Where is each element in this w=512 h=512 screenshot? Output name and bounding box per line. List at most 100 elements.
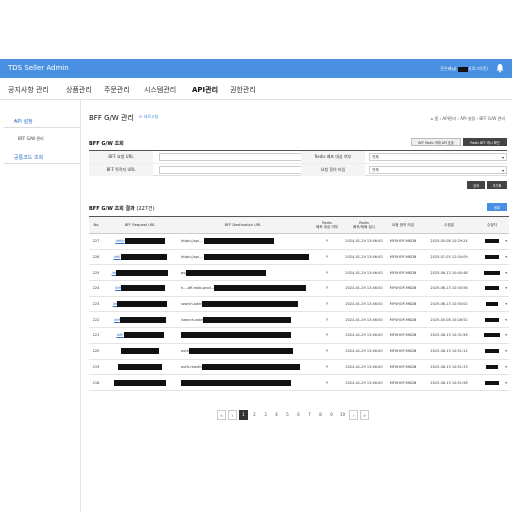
cell-request-url[interactable]: /bff/p bbox=[103, 234, 177, 249]
cell-redis-deploy: 2024-01-29 13:46:00 bbox=[345, 349, 383, 354]
collapse-icon[interactable]: – bbox=[14, 118, 78, 124]
cell-request-url[interactable]: /bff bbox=[103, 281, 177, 296]
dest-url-input[interactable] bbox=[159, 166, 309, 174]
table-row[interactable]: 227/bff/p https://api-... Y 2024-01-29 13:4… bbox=[89, 234, 509, 250]
cell-modifier: ▾ bbox=[475, 250, 509, 265]
sidebar-group-common-code[interactable]: 공통코드 조회 bbox=[4, 150, 80, 164]
next-page-button[interactable]: › bbox=[349, 410, 358, 420]
cell-request-url[interactable]: /bf bbox=[103, 297, 177, 312]
request-url-link[interactable]: /bff/p bbox=[115, 239, 124, 243]
app-brand[interactable]: TDS Seller Admin bbox=[8, 64, 69, 72]
chevron-down-icon[interactable]: ▾ bbox=[505, 365, 507, 369]
page-number-3[interactable]: 3 bbox=[261, 410, 270, 420]
cell-request-url[interactable] bbox=[103, 360, 177, 375]
cell-modified: 2025-05-08 10:28:52 bbox=[430, 317, 468, 322]
cell-req-type: MYSHOP-MKDB bbox=[389, 255, 417, 260]
redis-view-button[interactable]: Redis BFF 캐시 확인 bbox=[463, 138, 507, 146]
cell-request-url[interactable]: /bf bbox=[103, 265, 177, 280]
chevron-down-icon[interactable]: ▾ bbox=[505, 349, 507, 353]
chevron-down-icon[interactable]: ▾ bbox=[505, 271, 507, 275]
cell-request-url[interactable] bbox=[103, 375, 177, 390]
refresh-label: 새로고침 bbox=[143, 114, 159, 119]
chevron-down-icon[interactable]: ▾ bbox=[505, 286, 507, 290]
cell-modifier: ▾ bbox=[475, 297, 509, 312]
register-button[interactable]: 등록 bbox=[487, 203, 507, 211]
page-number-7[interactable]: 7 bbox=[305, 410, 314, 420]
table-row[interactable]: 221/bff/Y 2024-01-29 13:46:00 MYSHOP-MKDB 2… bbox=[89, 328, 509, 344]
reset-button[interactable]: 초기화 bbox=[487, 181, 507, 189]
cell-redis-deploy: 2024-01-29 13:46:00 bbox=[345, 364, 383, 369]
table-row[interactable]: 226/bff/https://api-... Y 2024-01-29 13:46… bbox=[89, 250, 509, 266]
page-number-1[interactable]: 1 bbox=[239, 410, 248, 420]
table-row[interactable]: 225/bf ps/Y 2024-01-29 13:46:00 MYSHOP-MKDB… bbox=[89, 265, 509, 282]
cell-modified: 2025-06-13 10:40:48 bbox=[430, 270, 468, 275]
cell-no: 224 bbox=[92, 286, 100, 291]
nav-order[interactable]: 주문관리 bbox=[104, 85, 130, 95]
user-info[interactable]: 윤은혜님( )(로그아웃) bbox=[440, 66, 488, 72]
page-number-5[interactable]: 5 bbox=[283, 410, 292, 420]
first-page-button[interactable]: « bbox=[217, 410, 226, 420]
col-redis-deploy: Redis 배포/재배 일시 bbox=[352, 220, 376, 229]
redacted-dest bbox=[214, 285, 307, 292]
table-row[interactable]: 223/bf search-addr Y 2024-01-29 13:46:00 MYS… bbox=[89, 297, 509, 313]
nav-auth[interactable]: 권한관리 bbox=[230, 85, 256, 95]
last-page-button[interactable]: » bbox=[360, 410, 369, 420]
table-row[interactable]: 220 auth Y 2024-01-29 13:46:00 MYSHOP-MKDB 20… bbox=[89, 344, 509, 360]
cell-request-url[interactable]: /bff/ bbox=[103, 250, 177, 265]
col-modifier: 수정자 bbox=[487, 222, 497, 227]
dest-url-text: auth bbox=[181, 349, 189, 354]
page-number-2[interactable]: 2 bbox=[250, 410, 259, 420]
cell-dest-url: https://api-... bbox=[177, 250, 309, 265]
cell-redis-target: Y bbox=[325, 317, 329, 322]
table-row[interactable]: 224/bff h...-bff-mbb-prod... Y 2024-01-29 1… bbox=[89, 281, 509, 297]
chevron-down-icon[interactable]: ▾ bbox=[505, 318, 507, 322]
nav-system[interactable]: 시스템관리 bbox=[144, 85, 176, 95]
redis-deploy-button[interactable]: BFF Redis 적재 API 호출 bbox=[411, 138, 461, 146]
table-row[interactable]: 222/bff/search-addr Y 2024-01-29 13:46:00 M… bbox=[89, 312, 509, 329]
page-number-9[interactable]: 9 bbox=[327, 410, 336, 420]
page-number-10[interactable]: 10 bbox=[338, 410, 347, 420]
bell-icon[interactable] bbox=[495, 63, 505, 73]
cell-dest-url: https://api-... bbox=[177, 234, 309, 249]
nav-notice[interactable]: 공지사항 관리 bbox=[8, 85, 49, 95]
search-button[interactable]: 검색 bbox=[467, 181, 485, 189]
chevron-down-icon[interactable]: ▾ bbox=[505, 381, 507, 385]
cell-modifier: ▾ bbox=[475, 281, 509, 296]
page-number-8[interactable]: 8 bbox=[316, 410, 325, 420]
nav-api[interactable]: API관리 bbox=[192, 85, 218, 95]
cell-no: 219 bbox=[92, 364, 100, 369]
table-row[interactable]: 219 auth-reauth Y 2024-01-29 13:46:00 MYSHOP… bbox=[89, 360, 509, 376]
chevron-down-icon[interactable]: ▾ bbox=[505, 302, 507, 306]
prev-page-button[interactable]: ‹ bbox=[228, 410, 237, 420]
cell-modifier: ▾ bbox=[475, 234, 509, 249]
page-number-4[interactable]: 4 bbox=[272, 410, 281, 420]
request-url-link[interactable]: /bff/ bbox=[114, 255, 121, 259]
redacted-dest bbox=[186, 269, 267, 276]
sidebar-group-api-settings[interactable]: API 설정 – bbox=[4, 114, 80, 128]
cell-request-url[interactable] bbox=[103, 344, 177, 359]
page-number-6[interactable]: 6 bbox=[294, 410, 303, 420]
cell-request-url[interactable]: /bff/ bbox=[103, 328, 177, 343]
label-dest-url: BFF 목적지 URL bbox=[89, 164, 153, 176]
redacted-dest bbox=[188, 348, 293, 355]
redis-target-select[interactable]: 전체 bbox=[369, 153, 507, 161]
nav-product[interactable]: 상품관리 bbox=[66, 85, 92, 95]
table-row[interactable]: 218 Y 2024-01-29 13:46:00 MYSHOP-MKDB 2025-0… bbox=[89, 375, 509, 391]
req-type-select[interactable]: 전체 bbox=[369, 166, 507, 174]
chevron-down-icon[interactable]: ▾ bbox=[505, 333, 507, 337]
cell-modified: 2025-06-13 10:30:56 bbox=[430, 286, 468, 291]
chevron-down-icon[interactable]: ▾ bbox=[505, 239, 507, 243]
refresh-button[interactable]: ⟳ 새로고침 bbox=[139, 114, 158, 120]
redacted-url bbox=[124, 238, 165, 245]
cell-request-url[interactable]: /bff bbox=[103, 312, 177, 327]
request-url-link[interactable]: /bff/ bbox=[117, 333, 124, 337]
chevron-down-icon[interactable]: ▾ bbox=[505, 255, 507, 259]
logout-link[interactable]: )(로그아웃) bbox=[469, 66, 488, 72]
bff-url-input[interactable] bbox=[159, 153, 309, 161]
cell-dest-url: h...-bff-mbb-prod... bbox=[177, 281, 309, 296]
dest-url-text: auth-reauth bbox=[181, 364, 202, 369]
results-count: (227건) bbox=[136, 206, 155, 212]
redacted-dest bbox=[203, 316, 292, 323]
sidebar-item-bff-gw[interactable]: BFF G/W 관리 bbox=[18, 136, 44, 142]
col-modified: 수정일 bbox=[444, 222, 454, 227]
